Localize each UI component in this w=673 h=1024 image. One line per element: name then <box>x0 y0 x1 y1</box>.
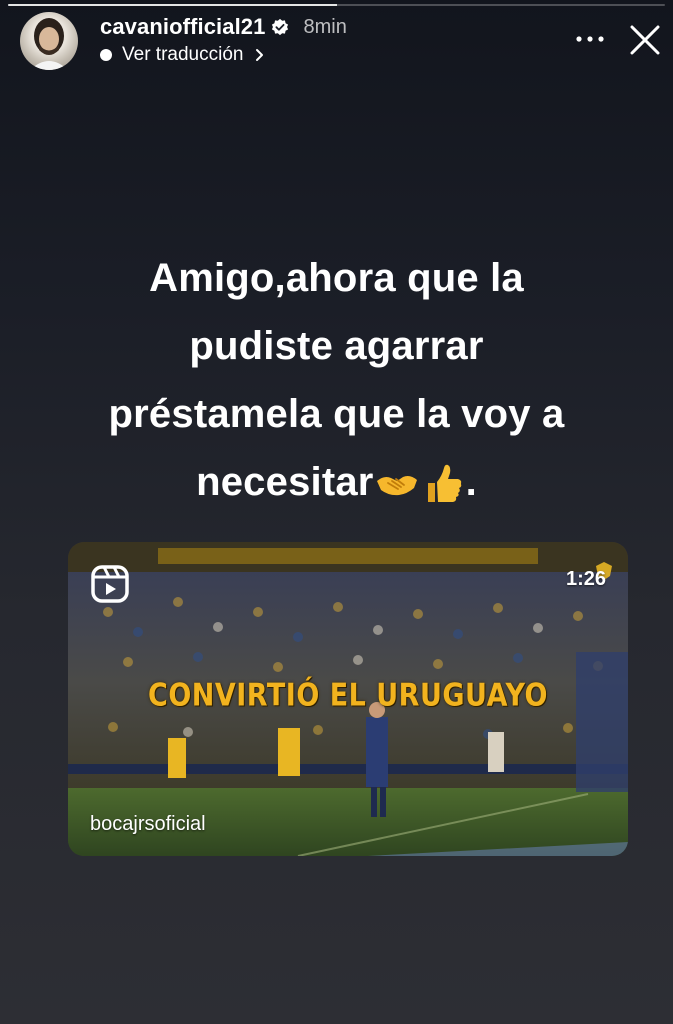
translate-dot-icon <box>100 49 112 61</box>
username-row: cavaniofficial21 8min <box>100 14 347 40</box>
translate-label: Ver traducción <box>122 44 244 65</box>
chevron-right-icon <box>256 49 264 61</box>
translate-link[interactable]: Ver traducción <box>100 44 267 66</box>
avatar[interactable] <box>20 12 78 70</box>
story-text-line: Amigo,ahora que la <box>149 256 524 300</box>
reel-duration: 1:26 <box>565 568 606 590</box>
timestamp: 8min <box>303 15 347 38</box>
avatar-portrait-icon <box>30 18 68 70</box>
reel-overlay-caption: CONVIRTIÓ EL URUGUAYO <box>148 677 548 714</box>
story-text: Amigo,ahora que la pudiste agarrar prést… <box>40 244 633 516</box>
handshake-emoji-icon <box>376 476 417 496</box>
thumbs-up-emoji-icon <box>427 465 461 503</box>
story-text-line: necesitar <box>196 460 374 504</box>
story-text-line: préstamela que la voy a <box>108 392 565 436</box>
close-icon[interactable] <box>629 24 661 56</box>
reel-card[interactable]: 1:26 CONVIRTIÓ EL URUGUAYO bocajrsoficia… <box>68 542 628 856</box>
story-progress-bar <box>8 4 665 6</box>
verified-badge-icon <box>272 18 289 36</box>
story-progress-fill <box>8 4 337 6</box>
reel-author[interactable]: bocajrsoficial <box>90 813 206 836</box>
story-text-line: pudiste agarrar <box>189 324 484 368</box>
story-text-punct: . <box>465 460 477 504</box>
reels-icon <box>91 565 129 603</box>
story-header: cavaniofficial21 8min Ver traducción <box>20 12 661 72</box>
username[interactable]: cavaniofficial21 <box>100 14 265 40</box>
more-horizontal-icon[interactable] <box>575 34 605 44</box>
